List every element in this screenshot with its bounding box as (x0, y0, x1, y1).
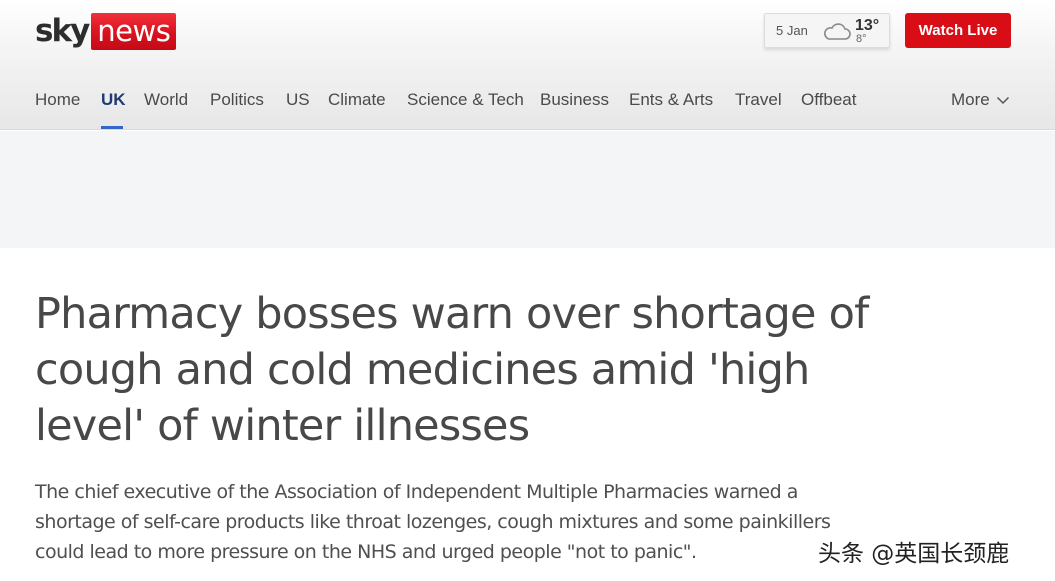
toutiao-watermark: 头条 @英国长颈鹿 (818, 541, 1010, 567)
nav-item-home[interactable]: Home (35, 90, 80, 110)
nav-item-uk[interactable]: UK (101, 90, 126, 110)
nav-item-travel[interactable]: Travel (735, 90, 782, 110)
nav-item-ents-arts[interactable]: Ents & Arts (629, 90, 713, 110)
more-label: More (951, 90, 990, 109)
nav-item-climate[interactable]: Climate (328, 90, 386, 110)
more-menu-button[interactable]: More (951, 90, 1010, 110)
nav-item-politics[interactable]: Politics (210, 90, 264, 110)
logo-news-text: news (91, 12, 177, 50)
weather-low-temp: 8° (856, 33, 867, 45)
weather-widget[interactable]: 5 Jan 13° 8° (764, 13, 890, 48)
advert-slot (0, 131, 1055, 248)
active-nav-underline (101, 126, 123, 129)
sky-news-logo[interactable]: sky news (35, 12, 177, 50)
logo-sky-text: sky (35, 13, 90, 49)
nav-item-business[interactable]: Business (540, 90, 609, 110)
nav-item-offbeat[interactable]: Offbeat (801, 90, 856, 110)
nav-item-us[interactable]: US (286, 90, 310, 110)
watch-live-button[interactable]: Watch Live (905, 13, 1011, 48)
article-standfirst: The chief executive of the Association o… (35, 481, 831, 563)
site-header: sky news 5 Jan 13° 8° Watch Live Home UK… (0, 0, 1055, 130)
chevron-down-icon (996, 96, 1009, 105)
nav-item-science-tech[interactable]: Science & Tech (407, 90, 524, 110)
cloud-icon (824, 23, 851, 40)
article-headline: Pharmacy bosses warn over shortage of co… (35, 289, 869, 451)
nav-item-world[interactable]: World (144, 90, 188, 110)
weather-date: 5 Jan (776, 23, 808, 38)
